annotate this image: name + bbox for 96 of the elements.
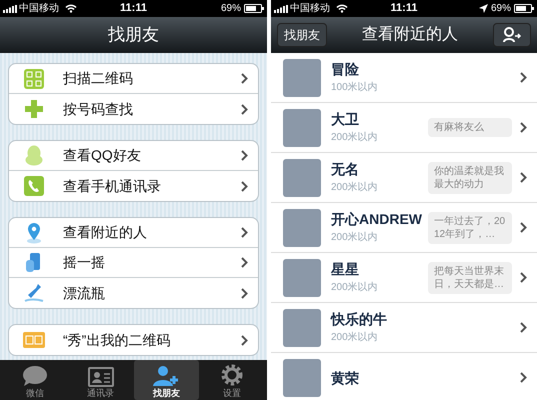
qr-code-icon: [24, 68, 44, 88]
tab[interactable]: 通讯录: [68, 360, 134, 400]
person-name: 黄荣: [331, 368, 360, 386]
person-name: 开心ANDREW: [331, 210, 423, 228]
chevron-icon: [520, 72, 527, 83]
distance-label: 200米以内: [331, 131, 379, 145]
battery-icon: [244, 4, 264, 13]
avatar-photo-placeholder: [283, 158, 321, 196]
chevron-icon: [520, 372, 527, 383]
signal-icon: [274, 4, 288, 12]
person-name: 冒险: [331, 60, 360, 78]
person-row[interactable]: 无名 200米以内 你的温柔就是我最大的动力: [271, 153, 537, 203]
location-share-button[interactable]: [493, 23, 531, 47]
clock-time: 11:11: [390, 1, 418, 16]
person-row[interactable]: 快乐的牛 200米以内: [271, 303, 537, 353]
menu-item[interactable]: 查看附近的人: [9, 218, 258, 248]
menu-item[interactable]: 查看QQ好友: [9, 141, 258, 171]
person-row[interactable]: 大卫 200米以内 有麻将友么: [271, 103, 537, 153]
person-arrow-icon: [502, 27, 522, 43]
carrier-name: 中国移动: [19, 2, 59, 16]
chevron-icon: [520, 222, 527, 233]
chevron-icon: [520, 172, 527, 183]
distance-label: 200米以内: [331, 181, 379, 195]
menu-item[interactable]: 扫描二维码: [9, 64, 258, 94]
back-button[interactable]: 找朋友: [277, 23, 327, 47]
person-row[interactable]: 星星 200米以内 把每天当世界末日，天天都是…: [271, 253, 537, 303]
chevron-icon: [520, 272, 527, 283]
chevron-icon: [241, 257, 248, 268]
menu-item-label: 查看手机通讯录: [63, 176, 162, 196]
nav-title: 找朋友: [108, 24, 159, 46]
person-row[interactable]: 冒险 100米以内: [271, 53, 537, 103]
chevron-icon: [241, 334, 248, 346]
clock-time: 11:11: [119, 1, 148, 16]
person-name: 快乐的牛: [331, 310, 388, 328]
plus-icon: [24, 99, 44, 119]
menu-item-label: “秀”出我的二维码: [63, 330, 172, 350]
menu-item[interactable]: 漂流瓶: [9, 278, 258, 308]
menu-item[interactable]: “秀”出我的二维码: [9, 325, 258, 355]
chevron-icon: [241, 104, 248, 114]
tab[interactable]: 设置: [199, 360, 265, 400]
person-row[interactable]: 黄荣: [271, 353, 537, 400]
menu-item-label: 按号码查找: [63, 100, 134, 118]
chevron-icon: [241, 73, 248, 84]
avatar-photo-placeholder: [283, 308, 321, 346]
nav-title: 查看附近的人: [361, 24, 459, 45]
status-bubble: 把每天当世界末日，天天都是…: [428, 262, 512, 294]
battery-percent: 69%: [220, 2, 241, 16]
avatar-photo-placeholder: [283, 258, 321, 296]
battery-percent: 69%: [490, 2, 511, 16]
add-person-icon: [152, 365, 180, 387]
chevron-icon: [241, 180, 248, 192]
menu-item-label: 扫描二维码: [63, 69, 134, 88]
card-icon: [23, 332, 45, 348]
distance-label: 100米以内: [331, 81, 379, 95]
chat-bubble-icon: [22, 365, 48, 387]
menu-item[interactable]: 摇一摇: [9, 248, 258, 278]
location-arrow-icon: [478, 4, 488, 13]
wifi-icon: [65, 4, 77, 13]
gear-icon: [220, 363, 244, 387]
person-name: 星星: [331, 260, 360, 278]
avatar-photo-placeholder: [283, 108, 321, 146]
menu-item[interactable]: 按号码查找: [9, 94, 258, 124]
menu-item-label: 查看QQ好友: [63, 146, 142, 165]
penguin-icon: [25, 145, 43, 166]
phone-shake-icon: [25, 252, 43, 273]
status-bubble: 一年过去了，2012年到了，…: [428, 212, 512, 244]
contact-card-icon: [88, 367, 114, 387]
signal-icon: [3, 4, 17, 12]
status-bubble: 有麻将友么: [428, 118, 512, 137]
chevron-icon: [241, 227, 248, 238]
distance-label: 200米以内: [331, 231, 379, 245]
person-name: 无名: [331, 160, 360, 178]
phone-icon: [24, 176, 44, 196]
menu-item-label: 摇一摇: [63, 253, 106, 272]
location-pin-icon: [25, 222, 43, 244]
battery-icon: [514, 4, 534, 13]
chevron-icon: [241, 288, 248, 298]
distance-label: 200米以内: [331, 331, 379, 345]
tab[interactable]: 找朋友: [134, 360, 200, 400]
status-bubble: 你的温柔就是我最大的动力: [428, 162, 512, 194]
chevron-icon: [520, 322, 527, 333]
chevron-icon: [241, 150, 248, 161]
person-row[interactable]: 开心ANDREW 200米以内 一年过去了，2012年到了，…: [271, 203, 537, 253]
menu-item[interactable]: 查看手机通讯录: [9, 171, 258, 201]
menu-item-label: 漂流瓶: [63, 284, 106, 302]
wifi-icon: [336, 4, 348, 13]
distance-label: 200米以内: [331, 281, 379, 295]
avatar-photo-placeholder: [283, 58, 321, 96]
chevron-icon: [520, 122, 527, 133]
avatar-photo-placeholder: [283, 208, 321, 246]
tab[interactable]: 微信: [2, 360, 68, 400]
person-name: 大卫: [331, 110, 360, 128]
menu-item-label: 查看附近的人: [63, 223, 148, 242]
carrier-name: 中国移动: [290, 2, 330, 16]
bottle-icon: [24, 283, 44, 303]
avatar-photo-placeholder: [283, 358, 321, 396]
